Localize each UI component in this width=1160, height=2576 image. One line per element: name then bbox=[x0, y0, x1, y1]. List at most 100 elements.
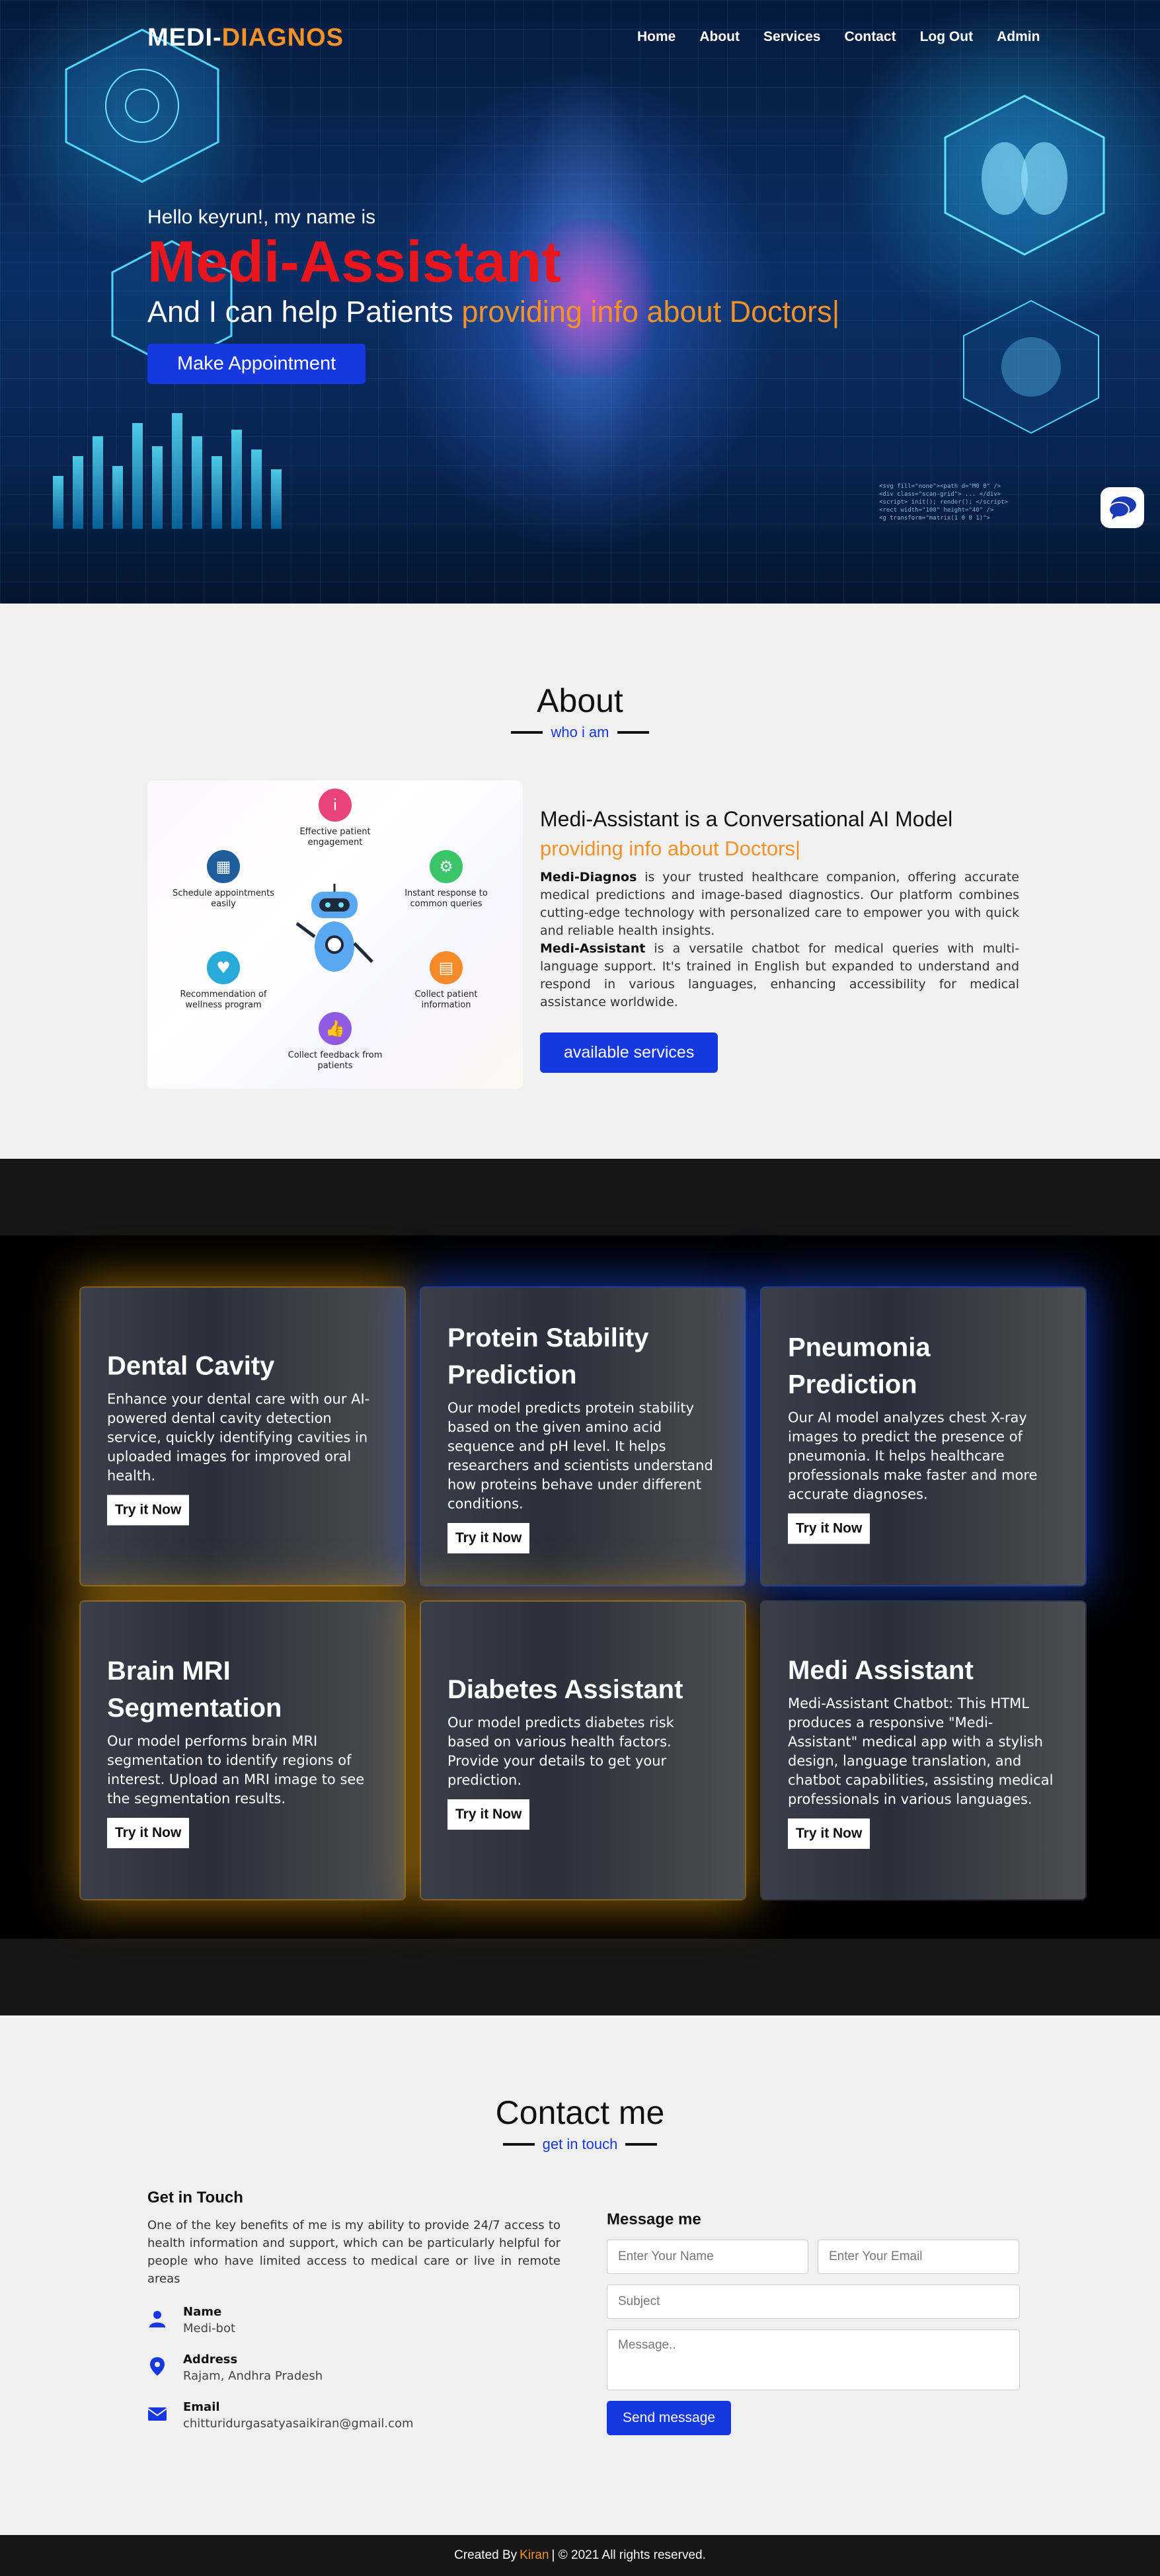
feature-instant-response: ⚙ Instant response to common queries bbox=[390, 850, 502, 910]
feature-label: Collect patient information bbox=[414, 990, 478, 1010]
thumbs-up-icon: 👍 bbox=[319, 1012, 352, 1045]
nav-link-admin[interactable]: Admin bbox=[997, 29, 1040, 45]
feature-collect-info: ▤ Collect patient information bbox=[390, 951, 502, 1011]
about-p1-bold: Medi-Diagnos bbox=[540, 870, 637, 884]
about-paragraph-1: Medi-Diagnos is your trusted healthcare … bbox=[540, 869, 1019, 940]
service-description: Our model performs brain MRI segmentatio… bbox=[107, 1733, 365, 1807]
site-logo[interactable]: MEDI-DIAGNOS bbox=[147, 24, 344, 52]
about-subtitle-row: who i am bbox=[0, 724, 1160, 741]
feature-label: Recommendation of wellness program bbox=[180, 990, 267, 1010]
about-subtitle: who i am bbox=[551, 724, 609, 740]
contact-info-value: Medi-bot bbox=[183, 2322, 236, 2335]
service-card-brain-mri: Brain MRI Segmentation Our model perform… bbox=[81, 1602, 405, 1899]
contact-info-label: Address bbox=[183, 2353, 238, 2366]
logo-text-diagnos: DIAGNOS bbox=[221, 24, 344, 52]
service-title: Medi Assistant bbox=[788, 1656, 974, 1685]
hexagon-lungs-icon bbox=[944, 95, 1105, 256]
feature-patient-engagement: i Effective patient engagement bbox=[279, 789, 391, 848]
hero-section: <svg fill="none"><path d="M0 0" /> <div … bbox=[0, 0, 1160, 604]
nav-link-contact[interactable]: Contact bbox=[844, 29, 896, 45]
services-section: Dental Cavity Enhance your dental care w… bbox=[0, 1159, 1160, 2015]
contact-info-label: Name bbox=[183, 2305, 222, 2319]
message-form-heading: Message me bbox=[607, 2210, 701, 2228]
envelope-icon bbox=[147, 2404, 167, 2424]
service-description: Our model predicts protein stability bas… bbox=[447, 1400, 713, 1512]
contact-info-label: Email bbox=[183, 2400, 220, 2414]
try-it-now-button[interactable]: Try it Now bbox=[788, 1513, 870, 1544]
try-it-now-button[interactable]: Try it Now bbox=[107, 1818, 190, 1848]
service-title: Pneumonia Prediction bbox=[788, 1333, 931, 1399]
contact-subtitle: get in touch bbox=[542, 2136, 618, 2152]
get-in-touch-heading: Get in Touch bbox=[147, 2189, 243, 2206]
info-person-icon: i bbox=[319, 789, 352, 822]
calendar-icon: ▦ bbox=[207, 850, 240, 883]
contact-info-value: chitturidurgasatyasaikiran@gmail.com bbox=[183, 2417, 414, 2431]
service-card-medi-assistant: Medi Assistant Medi-Assistant Chatbot: T… bbox=[761, 1602, 1085, 1899]
feature-wellness: ♥ Recommendation of wellness program bbox=[167, 951, 280, 1011]
contact-info-address: Address Rajam, Andhra Pradesh bbox=[147, 2353, 561, 2383]
gear-person-icon: ⚙ bbox=[430, 850, 463, 883]
service-card-pneumonia: Pneumonia Prediction Our AI model analyz… bbox=[761, 1288, 1085, 1585]
nav-link-home[interactable]: Home bbox=[637, 29, 676, 45]
hero-bar-graphic bbox=[53, 397, 282, 529]
hero-text-block: Hello keyrun!, my name is Medi-Assistant… bbox=[147, 206, 839, 384]
nav-link-logout[interactable]: Log Out bbox=[920, 29, 973, 45]
divider-line bbox=[511, 731, 543, 734]
contact-info-name: Name Medi-bot bbox=[147, 2305, 561, 2335]
try-it-now-button[interactable]: Try it Now bbox=[788, 1818, 870, 1849]
message-textarea[interactable] bbox=[607, 2329, 1020, 2390]
top-navbar: MEDI-DIAGNOS Home About Services Contact… bbox=[0, 0, 1160, 76]
about-p2-bold: Medi-Assistant bbox=[540, 941, 646, 956]
subject-input[interactable] bbox=[607, 2284, 1020, 2319]
service-description: Medi-Assistant Chatbot: This HTML produc… bbox=[788, 1696, 1054, 1807]
service-title: Brain MRI Segmentation bbox=[107, 1657, 282, 1723]
service-description: Our model predicts diabetes risk based o… bbox=[447, 1715, 674, 1788]
contact-section: Contact me get in touch Get in Touch One… bbox=[0, 2015, 1160, 2535]
feature-label: Collect feedback from patients bbox=[288, 1050, 383, 1071]
feature-schedule: ▦ Schedule appointments easily bbox=[167, 850, 280, 910]
heart-plus-icon: ♥ bbox=[207, 951, 240, 984]
name-email-row bbox=[607, 2240, 1020, 2274]
site-footer: Created By Kiran | © 2021 All rights res… bbox=[0, 2535, 1160, 2576]
about-title: About bbox=[537, 682, 623, 719]
try-it-now-button[interactable]: Try it Now bbox=[447, 1799, 530, 1830]
service-card-dental-cavity: Dental Cavity Enhance your dental care w… bbox=[81, 1288, 405, 1585]
make-appointment-button[interactable]: Make Appointment bbox=[147, 344, 366, 384]
try-it-now-button[interactable]: Try it Now bbox=[107, 1495, 190, 1526]
chat-bubble-icon bbox=[1108, 496, 1136, 520]
send-message-button[interactable]: Send message bbox=[607, 2401, 732, 2435]
feature-label: Effective patient engagement bbox=[299, 827, 371, 847]
name-input[interactable] bbox=[607, 2240, 808, 2274]
chatbot-features-illustration: i Effective patient engagement ⚙ Instant… bbox=[147, 781, 523, 1089]
divider-line bbox=[617, 731, 649, 734]
nav-menu: Home About Services Contact Log Out Admi… bbox=[637, 29, 1063, 45]
contact-title: Contact me bbox=[495, 2094, 665, 2131]
nav-link-about[interactable]: About bbox=[699, 29, 740, 45]
contact-info-email: Email chitturidurgasatyasaikiran@gmail.c… bbox=[147, 2400, 561, 2431]
divider-line bbox=[502, 2143, 535, 2146]
service-title: Diabetes Assistant bbox=[447, 1675, 683, 1704]
service-title: Dental Cavity bbox=[107, 1351, 275, 1381]
feature-collect-feedback: 👍 Collect feedback from patients bbox=[279, 1012, 391, 1072]
about-typed-text: providing info about Doctors| bbox=[540, 837, 801, 860]
footer-author[interactable]: Kiran bbox=[520, 2548, 549, 2563]
service-card-diabetes: Diabetes Assistant Our model predicts di… bbox=[421, 1602, 745, 1899]
available-services-button[interactable]: available services bbox=[540, 1033, 718, 1073]
try-it-now-button[interactable]: Try it Now bbox=[447, 1523, 530, 1553]
robot-mascot-icon bbox=[295, 884, 373, 972]
message-form: Message me Send message bbox=[607, 2210, 1020, 2435]
feature-label: Instant response to common queries bbox=[405, 888, 488, 909]
hero-greeting: Hello keyrun!, my name is bbox=[147, 206, 376, 228]
map-pin-icon bbox=[147, 2357, 167, 2376]
nav-link-services[interactable]: Services bbox=[763, 29, 820, 45]
user-icon bbox=[147, 2309, 167, 2329]
feature-label: Schedule appointments easily bbox=[172, 888, 274, 909]
contact-header: Contact me get in touch bbox=[0, 2093, 1160, 2153]
chatbot-launcher-button[interactable] bbox=[1101, 487, 1144, 528]
email-input[interactable] bbox=[818, 2240, 1019, 2274]
hero-typed-text: providing info about Doctors| bbox=[461, 295, 840, 329]
logo-text-medi: MEDI- bbox=[147, 24, 222, 52]
services-grid: Dental Cavity Enhance your dental care w… bbox=[0, 1235, 1160, 1939]
about-heading: Medi-Assistant is a Conversational AI Mo… bbox=[540, 807, 953, 831]
hero-title: Medi-Assistant bbox=[147, 229, 561, 294]
